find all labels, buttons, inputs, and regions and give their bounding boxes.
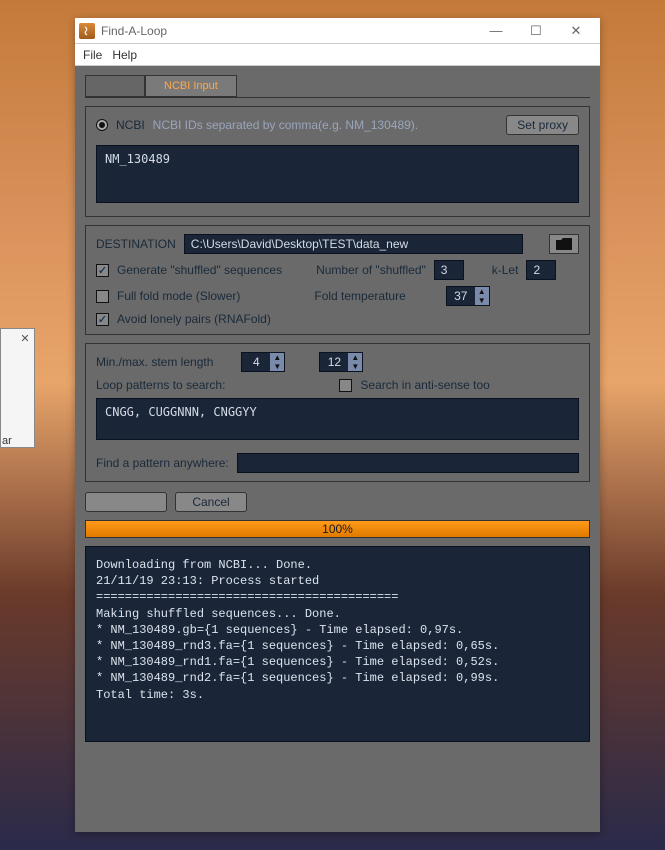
folder-icon [556,238,572,250]
antisense-label: Search in anti-sense too [360,378,489,392]
generate-shuffled-label: Generate "shuffled" sequences [117,263,282,277]
minimize-button[interactable]: — [476,18,516,44]
menubar: File Help [75,44,600,66]
titlebar: Find-A-Loop — ☐ ✕ [75,18,600,44]
search-panel: Min./max. stem length 4 ▲▼ 12 ▲▼ Loop pa… [85,343,590,482]
tab-blank[interactable] [85,75,145,97]
java-app-icon [79,23,95,39]
fold-temp-value: 37 [447,287,475,305]
log-line: * NM_130489_rnd3.fa={1 sequences} - Time… [96,638,579,654]
fold-temp-label: Fold temperature [314,289,405,303]
full-fold-label: Full fold mode (Slower) [117,289,240,303]
destination-panel: DESTINATION ✓ Generate "shuffled" sequen… [85,225,590,335]
loop-patterns-input[interactable]: CNGG, CUGGNNN, CNGGYY [96,398,579,440]
cancel-button[interactable]: Cancel [175,492,247,512]
maximize-button[interactable]: ☐ [516,18,556,44]
main-window: Find-A-Loop — ☐ ✕ File Help NCBI Input N… [75,18,600,832]
log-line: Downloading from NCBI... Done. [96,557,579,573]
fold-temp-spinner[interactable]: 37 ▲▼ [446,286,490,306]
klet-label: k-Let [492,263,519,277]
chevron-down-icon[interactable]: ▼ [348,362,362,371]
log-console: Downloading from NCBI... Done. 21/11/19 … [85,546,590,742]
chevron-up-icon[interactable]: ▲ [270,353,284,362]
generate-shuffled-checkbox[interactable]: ✓ [96,264,109,277]
ncbi-hint: NCBI IDs separated by comma(e.g. NM_1304… [153,118,418,132]
run-button[interactable] [85,492,167,512]
chevron-up-icon[interactable]: ▲ [348,353,362,362]
num-shuffled-label: Number of "shuffled" [316,263,426,277]
destination-input[interactable] [184,234,523,254]
avoid-lonely-label: Avoid lonely pairs (RNAFold) [117,312,271,326]
num-shuffled-input[interactable] [434,260,464,280]
browse-folder-button[interactable] [549,234,579,254]
stem-length-label: Min./max. stem length [96,355,213,369]
destination-label: DESTINATION [96,237,176,251]
log-line: Making shuffled sequences... Done. [96,606,579,622]
menu-file[interactable]: File [83,48,102,62]
window-title: Find-A-Loop [101,24,476,38]
full-fold-checkbox[interactable] [96,290,109,303]
source-panel: NCBI NCBI IDs separated by comma(e.g. NM… [85,106,590,217]
klet-input[interactable] [526,260,556,280]
set-proxy-button[interactable]: Set proxy [506,115,579,135]
background-fragment-text: ar [2,435,18,453]
close-button[interactable]: ✕ [556,18,596,44]
log-line: Total time: 3s. [96,687,579,703]
find-anywhere-label: Find a pattern anywhere: [96,456,229,470]
log-line: * NM_130489_rnd1.fa={1 sequences} - Time… [96,654,579,670]
close-icon[interactable]: ✕ [18,332,32,346]
stem-max-value: 12 [320,353,348,371]
tabbar: NCBI Input [85,72,590,98]
progress-text: 100% [322,522,353,536]
ncbi-ids-input[interactable]: NM_130489 [96,145,579,203]
log-line: * NM_130489_rnd2.fa={1 sequences} - Time… [96,670,579,686]
log-line: 21/11/19 23:13: Process started [96,573,579,589]
ncbi-radio-label: NCBI [116,118,145,132]
stem-min-spinner[interactable]: 4 ▲▼ [241,352,285,372]
log-line: ========================================… [96,589,579,605]
stem-min-value: 4 [242,353,270,371]
progress-bar: 100% [85,520,590,538]
log-line: * NM_130489.gb={1 sequences} - Time elap… [96,622,579,638]
ncbi-radio[interactable] [96,119,108,131]
chevron-down-icon[interactable]: ▼ [270,362,284,371]
tab-ncbi-input[interactable]: NCBI Input [145,75,237,97]
find-anywhere-input[interactable] [237,453,579,473]
menu-help[interactable]: Help [112,48,137,62]
antisense-checkbox[interactable] [339,379,352,392]
chevron-down-icon[interactable]: ▼ [475,296,489,305]
stem-max-spinner[interactable]: 12 ▲▼ [319,352,363,372]
chevron-up-icon[interactable]: ▲ [475,287,489,296]
patterns-label: Loop patterns to search: [96,378,225,392]
background-window-fragment [0,328,35,448]
avoid-lonely-checkbox[interactable]: ✓ [96,313,109,326]
